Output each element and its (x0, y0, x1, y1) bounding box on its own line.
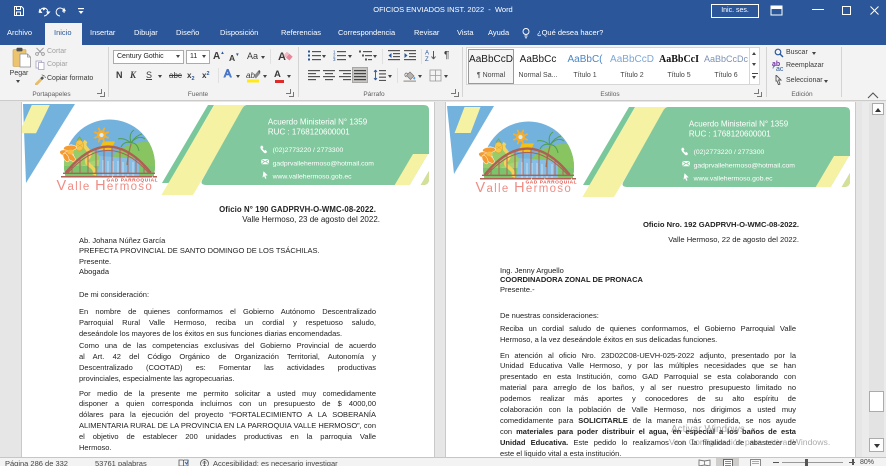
svg-text:Z: Z (425, 57, 429, 62)
svg-text:A: A (278, 51, 286, 63)
svg-text:3: 3 (333, 57, 336, 61)
svg-text:A: A (425, 51, 429, 57)
svg-text:ab: ab (246, 71, 255, 80)
svg-text:ac: ac (776, 66, 784, 71)
